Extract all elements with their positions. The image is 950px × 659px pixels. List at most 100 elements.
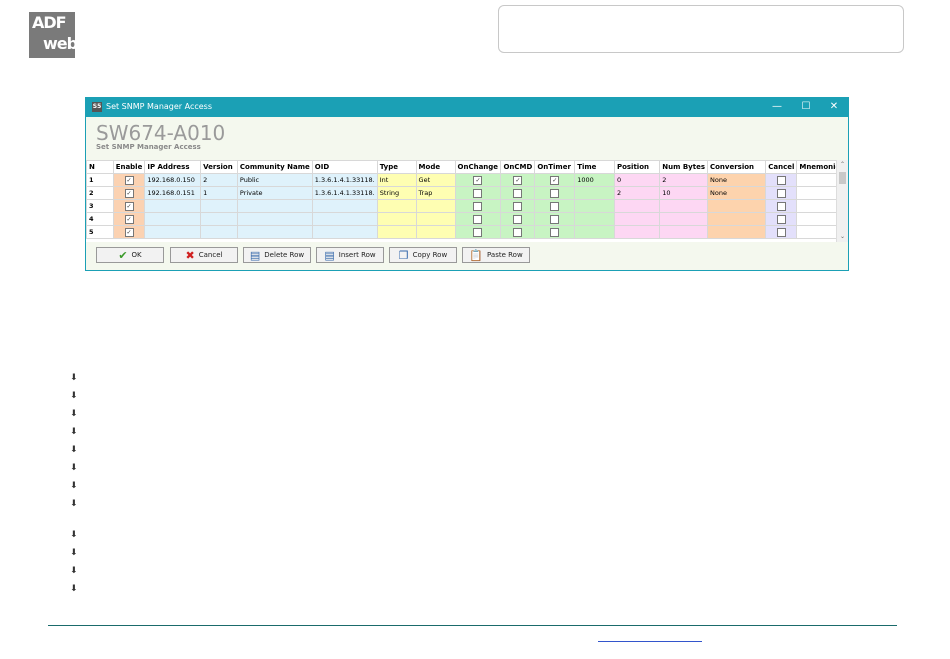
cancel-button[interactable]: ✖ Cancel: [170, 247, 238, 263]
table-row[interactable]: 4 ✓: [86, 212, 848, 226]
table-header-row: N Enable IP Address Version Community Name OI…: [86, 160, 848, 174]
onchange-checkbox[interactable]: [473, 201, 483, 211]
ontimer-cell: [534, 225, 576, 239]
window-titlebar[interactable]: S5 Set SNMP Manager Access — ☐ ✕: [86, 98, 848, 117]
position-cell[interactable]: [613, 225, 661, 239]
oncmd-checkbox[interactable]: [513, 214, 523, 224]
footer-link[interactable]: [598, 635, 702, 642]
time-cell[interactable]: 1000: [574, 173, 615, 187]
conversion-cell[interactable]: [706, 199, 767, 213]
scroll-up-icon[interactable]: ⌃: [837, 160, 848, 170]
table-row[interactable]: 3 ✓: [86, 199, 848, 213]
oid-cell[interactable]: [311, 225, 378, 239]
position-cell[interactable]: [613, 212, 661, 226]
conversion-cell[interactable]: [706, 225, 767, 239]
ontimer-checkbox[interactable]: ✓: [550, 175, 560, 185]
enable-checkbox[interactable]: ✓: [124, 175, 134, 185]
version-cell[interactable]: 1: [200, 186, 238, 200]
copy-row-button[interactable]: ❐ Copy Row: [389, 247, 457, 263]
ontimer-checkbox[interactable]: [550, 214, 560, 224]
oncmd-checkbox[interactable]: [513, 188, 523, 198]
type-cell[interactable]: [376, 199, 417, 213]
enable-checkbox[interactable]: ✓: [124, 214, 134, 224]
table-vertical-scrollbar[interactable]: ⌃ ⌄: [836, 160, 848, 242]
position-cell[interactable]: [613, 199, 661, 213]
enable-checkbox[interactable]: ✓: [124, 188, 134, 198]
cancel-checkbox[interactable]: [776, 188, 786, 198]
oid-cell[interactable]: 1.3.6.1.4.1.33118.: [311, 173, 378, 187]
mode-cell[interactable]: [415, 199, 456, 213]
position-cell[interactable]: 2: [613, 186, 661, 200]
footer-divider: [48, 625, 897, 626]
mode-cell[interactable]: Trap: [415, 186, 456, 200]
cancel-checkbox[interactable]: [776, 201, 786, 211]
time-cell[interactable]: [574, 199, 615, 213]
numbytes-cell[interactable]: [659, 225, 708, 239]
numbytes-cell[interactable]: 10: [659, 186, 708, 200]
version-cell[interactable]: 2: [200, 173, 238, 187]
onchange-checkbox[interactable]: [473, 214, 483, 224]
enable-checkbox[interactable]: ✓: [124, 227, 134, 237]
enable-checkbox[interactable]: ✓: [124, 201, 134, 211]
numbytes-cell[interactable]: [659, 199, 708, 213]
community-cell[interactable]: Public: [236, 173, 313, 187]
oncmd-checkbox[interactable]: [513, 227, 523, 237]
community-cell[interactable]: [236, 225, 313, 239]
time-cell[interactable]: [574, 186, 615, 200]
ip-cell[interactable]: [144, 212, 202, 226]
insert-row-button[interactable]: ▤ Insert Row: [316, 247, 384, 263]
type-cell[interactable]: [376, 212, 417, 226]
onchange-checkbox[interactable]: [473, 188, 483, 198]
cancel-checkbox[interactable]: [776, 227, 786, 237]
cancel-checkbox[interactable]: [776, 214, 786, 224]
onchange-checkbox[interactable]: [473, 227, 483, 237]
ip-cell[interactable]: [144, 199, 202, 213]
version-cell[interactable]: [200, 212, 238, 226]
delete-row-button[interactable]: ▤ Delete Row: [243, 247, 311, 263]
ontimer-checkbox[interactable]: [550, 227, 560, 237]
table-row[interactable]: 5 ✓: [86, 225, 848, 239]
oid-cell[interactable]: [311, 199, 378, 213]
conversion-cell[interactable]: None: [706, 186, 767, 200]
oncmd-checkbox[interactable]: ✓: [513, 175, 523, 185]
community-cell[interactable]: [236, 199, 313, 213]
ip-cell[interactable]: [144, 225, 202, 239]
version-cell[interactable]: [200, 225, 238, 239]
maximize-button[interactable]: ☐: [797, 100, 815, 114]
cancel-checkbox[interactable]: [776, 175, 786, 185]
minimize-button[interactable]: —: [768, 100, 786, 114]
ontimer-cell: [534, 186, 576, 200]
time-cell[interactable]: [574, 212, 615, 226]
table-row[interactable]: 1 ✓ 192.168.0.150 2 Public 1.3.6.1.4.1.33118.…: [86, 173, 848, 187]
ip-cell[interactable]: 192.168.0.151: [144, 186, 202, 200]
conversion-cell[interactable]: None: [706, 173, 767, 187]
oid-cell[interactable]: [311, 212, 378, 226]
community-cell[interactable]: [236, 212, 313, 226]
paste-row-button[interactable]: 📋 Paste Row: [462, 247, 530, 263]
oncmd-checkbox[interactable]: [513, 201, 523, 211]
community-cell[interactable]: Private: [236, 186, 313, 200]
ip-cell[interactable]: 192.168.0.150: [144, 173, 202, 187]
scroll-thumb[interactable]: [839, 172, 846, 184]
mode-cell[interactable]: [415, 212, 456, 226]
position-cell[interactable]: 0: [613, 173, 661, 187]
numbytes-cell[interactable]: [659, 212, 708, 226]
scroll-down-icon[interactable]: ⌄: [837, 232, 848, 242]
version-cell[interactable]: [200, 199, 238, 213]
mode-cell[interactable]: [415, 225, 456, 239]
type-cell[interactable]: String: [376, 186, 417, 200]
close-button[interactable]: ✕: [825, 100, 843, 114]
oid-cell[interactable]: 1.3.6.1.4.1.33118.: [311, 186, 378, 200]
table-row[interactable]: 2 ✓ 192.168.0.151 1 Private 1.3.6.1.4.1.33118…: [86, 186, 848, 200]
type-cell[interactable]: Int: [376, 173, 417, 187]
ok-button[interactable]: ✔ OK: [96, 247, 164, 263]
mode-cell[interactable]: Get: [415, 173, 456, 187]
row-number: 1: [86, 173, 114, 187]
ontimer-checkbox[interactable]: [550, 201, 560, 211]
conversion-cell[interactable]: [706, 212, 767, 226]
type-cell[interactable]: [376, 225, 417, 239]
ontimer-checkbox[interactable]: [550, 188, 560, 198]
onchange-checkbox[interactable]: ✓: [473, 175, 483, 185]
time-cell[interactable]: [574, 225, 615, 239]
numbytes-cell[interactable]: 2: [659, 173, 708, 187]
